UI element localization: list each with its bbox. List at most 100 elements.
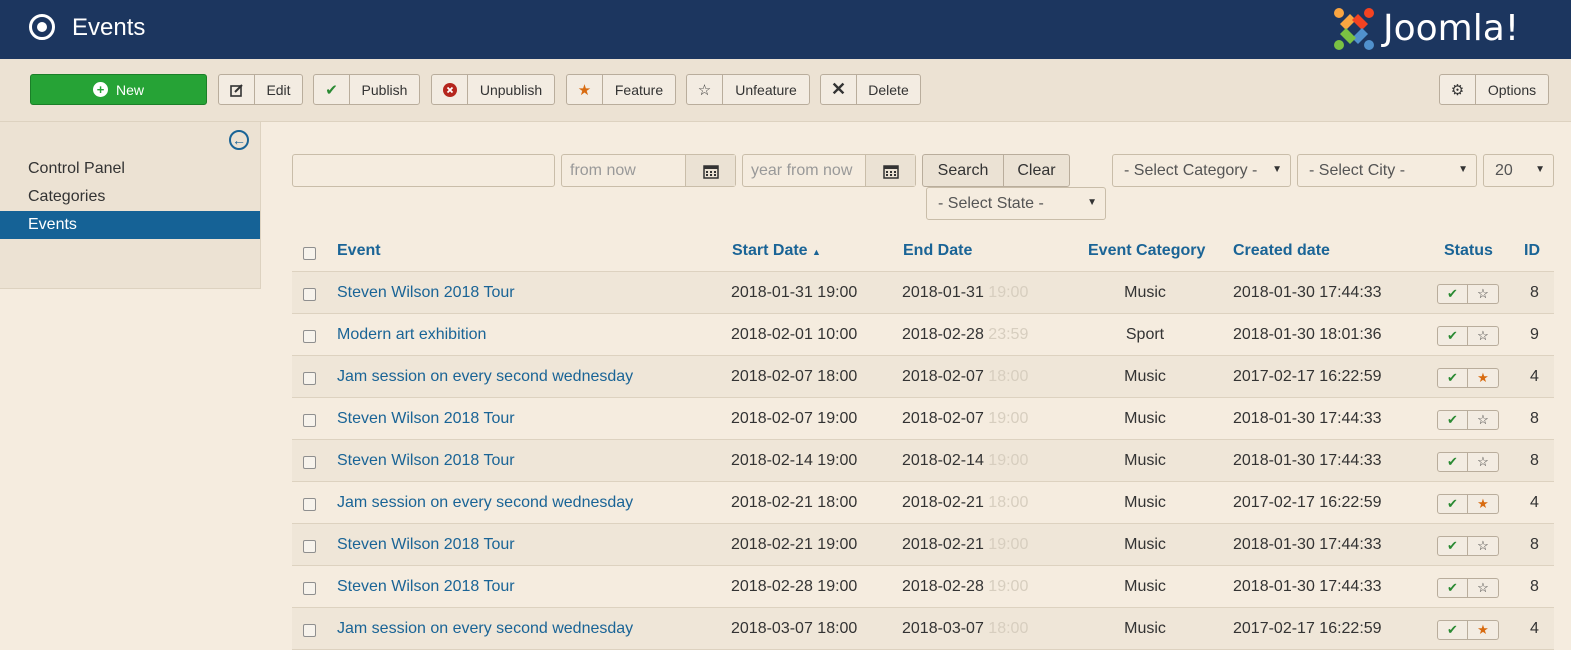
limit-select-value: 20 — [1495, 161, 1513, 179]
column-header-end-date[interactable]: End Date — [903, 242, 972, 260]
created-date-cell: 2018-01-30 17:44:33 — [1233, 410, 1382, 427]
end-date-cell: 2018-01-31 19:00 — [902, 284, 1028, 302]
column-header-start-date[interactable]: Start Date ▲ — [732, 242, 821, 260]
published-check-icon[interactable]: ✔ — [1437, 452, 1468, 472]
id-cell: 8 — [1530, 578, 1539, 595]
unfeature-button[interactable]: ☆ Unfeature — [686, 74, 810, 105]
column-header-event-category[interactable]: Event Category — [1088, 242, 1205, 260]
search-input[interactable] — [292, 154, 555, 187]
row-checkbox[interactable] — [303, 624, 316, 637]
event-title-link[interactable]: Steven Wilson 2018 Tour — [337, 578, 515, 596]
published-check-icon[interactable]: ✔ — [1437, 326, 1468, 346]
feature-button[interactable]: ★ Feature — [566, 74, 676, 105]
start-date-cell: 2018-01-31 19:00 — [731, 284, 858, 301]
calendar-icon[interactable] — [865, 155, 915, 186]
star-outline-icon[interactable]: ☆ — [1468, 452, 1499, 472]
star-filled-icon[interactable]: ★ — [1468, 620, 1499, 640]
star-filled-icon[interactable]: ★ — [1468, 368, 1499, 388]
id-cell: 4 — [1530, 494, 1539, 511]
event-title-link[interactable]: Steven Wilson 2018 Tour — [337, 452, 515, 470]
sidebar-item-control-panel[interactable]: Control Panel — [0, 155, 260, 183]
select-all-checkbox[interactable] — [303, 247, 316, 260]
event-title-link[interactable]: Jam session on every second wednesday — [337, 368, 633, 386]
sidebar-item-events[interactable]: Events — [0, 211, 260, 239]
clear-button[interactable]: Clear — [1003, 154, 1070, 187]
category-value: Music — [1124, 452, 1166, 469]
row-checkbox[interactable] — [303, 372, 316, 385]
star-outline-icon[interactable]: ☆ — [1468, 578, 1499, 598]
published-check-icon[interactable]: ✔ — [1437, 578, 1468, 598]
end-date-cell: 2018-02-28 23:59 — [902, 326, 1028, 344]
start-date-cell: 2018-02-21 18:00 — [731, 494, 858, 511]
plus-icon: + — [92, 82, 108, 97]
row-checkbox[interactable] — [303, 582, 316, 595]
published-check-icon[interactable]: ✔ — [1437, 410, 1468, 430]
star-outline-icon[interactable]: ☆ — [1468, 536, 1499, 556]
event-title-link[interactable]: Jam session on every second wednesday — [337, 620, 633, 638]
status-toggle-group: ✔ ☆ — [1437, 536, 1499, 556]
star-outline-icon[interactable]: ☆ — [1468, 410, 1499, 430]
row-checkbox[interactable] — [303, 288, 316, 301]
row-checkbox[interactable] — [303, 456, 316, 469]
column-header-status[interactable]: Status — [1444, 242, 1493, 260]
end-date-value: 2018-02-28 — [902, 578, 984, 595]
published-check-icon[interactable]: ✔ — [1437, 536, 1468, 556]
star-outline-icon[interactable]: ☆ — [1468, 284, 1499, 304]
edit-button[interactable]: Edit — [218, 74, 303, 105]
event-title-link[interactable]: Modern art exhibition — [337, 326, 486, 344]
published-check-icon[interactable]: ✔ — [1437, 620, 1468, 640]
row-checkbox[interactable] — [303, 498, 316, 511]
delete-button[interactable]: ✕ Delete — [820, 74, 921, 105]
feature-button-label: Feature — [614, 81, 664, 98]
end-date-value: 2018-03-07 — [902, 620, 984, 637]
event-title-link[interactable]: Steven Wilson 2018 Tour — [337, 410, 515, 428]
status-toggle-group: ✔ ☆ — [1437, 410, 1499, 430]
new-button[interactable]: + New — [30, 74, 207, 105]
id-cell: 8 — [1530, 410, 1539, 427]
sidebar-item-categories[interactable]: Categories — [0, 183, 260, 211]
publish-button[interactable]: ✔ Publish — [313, 74, 420, 105]
start-date-cell: 2018-03-07 18:00 — [731, 620, 858, 637]
search-button[interactable]: Search — [922, 154, 1004, 187]
chevron-down-icon: ▼ — [1458, 164, 1468, 175]
end-time-value: 19:00 — [988, 410, 1029, 427]
row-checkbox[interactable] — [303, 414, 316, 427]
table-row: Jam session on every second wednesday 201… — [292, 608, 1554, 650]
published-check-icon[interactable]: ✔ — [1437, 284, 1468, 304]
row-checkbox[interactable] — [303, 540, 316, 553]
chevron-down-icon: ▼ — [1272, 164, 1282, 175]
star-filled-icon[interactable]: ★ — [1468, 494, 1499, 514]
event-title-link[interactable]: Jam session on every second wednesday — [337, 494, 633, 512]
state-select-value: - Select State - — [938, 194, 1044, 212]
collapse-sidebar-icon[interactable]: ← — [229, 130, 249, 150]
to-date-placeholder: year from now — [751, 161, 853, 179]
to-date-field[interactable]: year from now — [742, 154, 916, 187]
star-outline-icon[interactable]: ☆ — [1468, 326, 1499, 346]
unfeature-button-label: Unfeature — [735, 81, 797, 98]
column-header-event[interactable]: Event — [337, 242, 381, 260]
row-checkbox[interactable] — [303, 330, 316, 343]
category-select[interactable]: - Select Category - ▼ — [1112, 154, 1291, 187]
id-cell: 8 — [1530, 452, 1539, 469]
event-title-link[interactable]: Steven Wilson 2018 Tour — [337, 284, 515, 302]
column-header-created-date[interactable]: Created date — [1233, 242, 1330, 260]
start-date-cell: 2018-02-28 19:00 — [731, 578, 858, 595]
options-button[interactable]: ⚙ Options — [1439, 74, 1549, 105]
calendar-icon[interactable] — [685, 155, 735, 186]
event-title-link[interactable]: Steven Wilson 2018 Tour — [337, 536, 515, 554]
column-header-id[interactable]: ID — [1524, 242, 1540, 260]
category-value: Sport — [1125, 326, 1165, 343]
delete-button-label: Delete — [868, 81, 909, 98]
limit-select[interactable]: 20 ▼ — [1483, 154, 1554, 187]
city-select[interactable]: - Select City - ▼ — [1297, 154, 1477, 187]
table-row: Steven Wilson 2018 Tour 2018-02-21 19:00 2… — [292, 524, 1554, 566]
published-check-icon[interactable]: ✔ — [1437, 494, 1468, 514]
chevron-down-icon: ▼ — [1087, 197, 1097, 208]
state-select[interactable]: - Select State - ▼ — [926, 187, 1106, 220]
published-check-icon[interactable]: ✔ — [1437, 368, 1468, 388]
from-date-field[interactable]: from now — [561, 154, 736, 187]
id-cell: 8 — [1530, 536, 1539, 553]
sidebar: ← Control Panel Categories Events — [0, 122, 261, 289]
options-button-label: Options — [1487, 81, 1537, 98]
unpublish-button[interactable]: Unpublish — [431, 74, 555, 105]
